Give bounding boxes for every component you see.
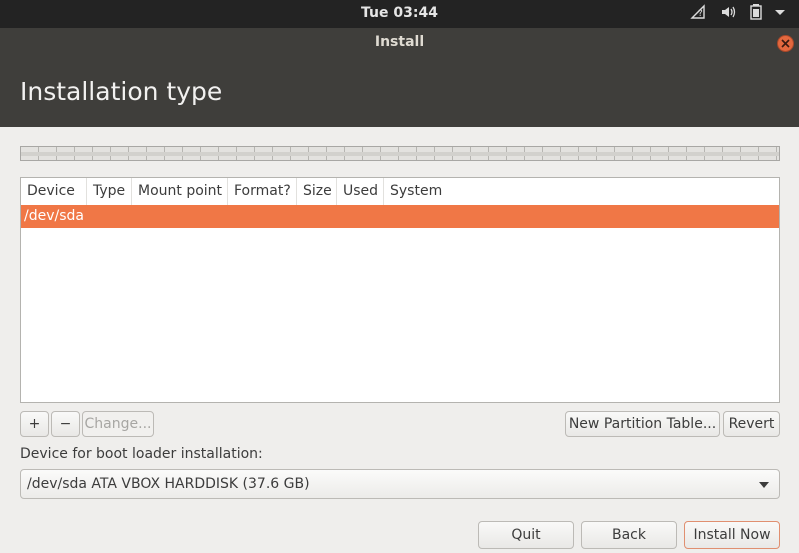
quit-button[interactable]: Quit (478, 521, 574, 549)
page-title: Installation type (20, 77, 223, 106)
bootloader-selected-value: /dev/sda ATA VBOX HARDDISK (37.6 GB) (27, 476, 310, 492)
clock[interactable]: Tue 03:44 (0, 5, 799, 21)
window-titlebar: Install (0, 28, 799, 58)
column-size[interactable]: Size (297, 178, 337, 205)
install-now-button[interactable]: Install Now (684, 521, 780, 549)
page-header: Installation type (0, 58, 799, 127)
add-partition-button[interactable]: + (20, 411, 49, 437)
change-partition-button[interactable]: Change... (82, 411, 154, 437)
close-icon (781, 39, 790, 48)
new-partition-table-button[interactable]: New Partition Table... (565, 411, 720, 437)
column-system[interactable]: System (384, 178, 779, 205)
revert-button[interactable]: Revert (723, 411, 780, 437)
svg-text:?: ? (698, 9, 703, 19)
partition-table: Device Type Mount point Format? Size Use… (20, 177, 780, 403)
close-window-button[interactable] (777, 35, 794, 52)
partition-bar (20, 146, 780, 161)
volume-icon[interactable] (720, 4, 736, 24)
bootloader-device-select[interactable]: /dev/sda ATA VBOX HARDDISK (37.6 GB) (20, 469, 780, 499)
table-header: Device Type Mount point Format? Size Use… (21, 178, 779, 206)
battery-icon[interactable] (750, 4, 762, 24)
table-row[interactable]: /dev/sda (21, 205, 779, 228)
top-panel: Tue 03:44 ? (0, 0, 799, 28)
back-button[interactable]: Back (581, 521, 677, 549)
device-cell: /dev/sda (24, 208, 84, 224)
system-menu-chevron-icon[interactable] (774, 4, 786, 24)
dropdown-arrow-icon (759, 482, 769, 488)
bootloader-label: Device for boot loader installation: (20, 446, 263, 462)
column-mount-point[interactable]: Mount point (132, 178, 228, 205)
column-used[interactable]: Used (337, 178, 384, 205)
network-icon[interactable]: ? (690, 4, 706, 24)
column-type[interactable]: Type (87, 178, 132, 205)
window-title: Install (374, 34, 425, 50)
column-format[interactable]: Format? (228, 178, 297, 205)
column-device[interactable]: Device (21, 178, 87, 205)
remove-partition-button[interactable]: − (51, 411, 80, 437)
